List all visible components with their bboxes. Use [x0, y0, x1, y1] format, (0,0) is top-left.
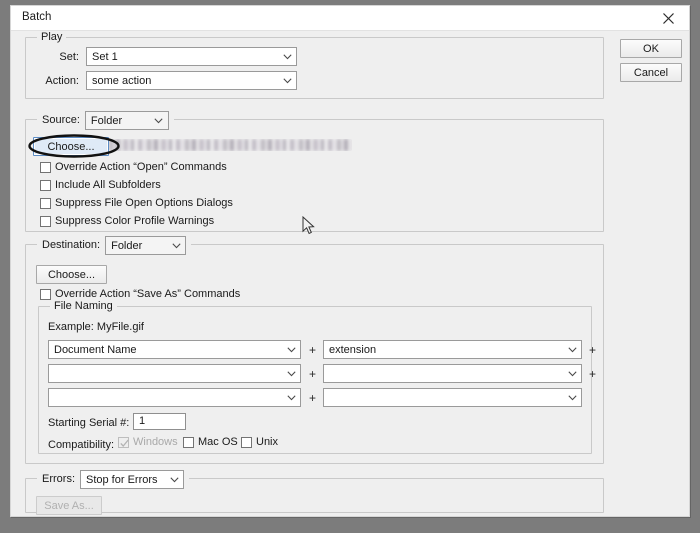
checkbox-label: Include All Subfolders: [55, 179, 161, 191]
errors-select[interactable]: Stop for Errors: [80, 470, 184, 489]
file-naming-row-2-trailing-plus: +: [589, 367, 597, 381]
action-select-value: some action: [92, 74, 152, 87]
source-label: Source:: [42, 114, 80, 126]
file-naming-row-1-trailing-plus: +: [589, 343, 597, 357]
source-group-legend: Source: Folder: [37, 111, 174, 130]
chevron-down-icon: [150, 117, 168, 124]
file-naming-row-1-plus: +: [309, 343, 317, 357]
source-select-value: Folder: [90, 114, 123, 127]
batch-dialog: Batch OK Cancel Play Set: Set 1 Action: …: [10, 5, 690, 517]
select-value: extension: [329, 343, 377, 356]
checkbox-compat-macos[interactable]: Mac OS: [183, 436, 238, 448]
checkbox-label: Unix: [256, 436, 279, 448]
errors-label: Errors:: [42, 473, 75, 485]
starting-serial-label: Starting Serial #:: [48, 417, 130, 429]
chevron-down-icon: [282, 370, 300, 377]
chevron-down-icon: [282, 346, 300, 353]
checkbox-box: [118, 436, 129, 451]
errors-select-value: Stop for Errors: [86, 473, 158, 486]
starting-serial-input[interactable]: 1: [133, 413, 186, 430]
destination-label: Destination:: [42, 239, 101, 251]
checkbox-suppress-color-profile-warnings[interactable]: Suppress Color Profile Warnings: [40, 215, 214, 227]
close-icon[interactable]: [647, 6, 689, 30]
file-naming-row-3-plus: +: [309, 391, 317, 405]
source-choose-button[interactable]: Choose...: [33, 137, 109, 156]
checkbox-box: [40, 179, 51, 191]
cancel-button[interactable]: Cancel: [620, 63, 682, 82]
file-naming-row-1-left-select[interactable]: Document Name: [48, 340, 301, 359]
destination-choose-button[interactable]: Choose...: [36, 265, 107, 284]
chevron-down-icon: [282, 394, 300, 401]
chevron-down-icon: [563, 346, 581, 353]
set-select-value: Set 1: [92, 50, 118, 63]
destination-select[interactable]: Folder: [105, 236, 187, 255]
chevron-down-icon: [563, 370, 581, 377]
checkbox-label: Mac OS: [198, 436, 238, 448]
checkbox-label: Windows: [133, 436, 178, 448]
action-select[interactable]: some action: [86, 71, 297, 90]
file-naming-row-1-right-select[interactable]: extension: [323, 340, 582, 359]
checkbox-compat-unix[interactable]: Unix: [241, 436, 278, 448]
set-label: Set:: [59, 51, 79, 63]
checkbox-include-subfolders[interactable]: Include All Subfolders: [40, 179, 161, 191]
chevron-down-icon: [278, 53, 296, 60]
dialog-title: Batch: [22, 11, 52, 23]
source-select[interactable]: Folder: [84, 111, 169, 130]
checkbox-box: [40, 161, 51, 173]
destination-select-value: Folder: [111, 239, 143, 252]
errors-group: Errors: Stop for Errors: [25, 470, 604, 513]
checkbox-label: Suppress File Open Options Dialogs: [55, 197, 233, 209]
checkbox-box: [40, 197, 51, 209]
chevron-down-icon: [165, 476, 183, 483]
file-naming-row-3-left-select[interactable]: [48, 388, 301, 407]
check-icon: [120, 439, 129, 451]
ok-button[interactable]: OK: [620, 39, 682, 58]
file-naming-row-2-plus: +: [309, 367, 317, 381]
dialog-titlebar: Batch: [11, 6, 689, 31]
checkbox-suppress-file-open-dialogs[interactable]: Suppress File Open Options Dialogs: [40, 197, 233, 209]
source-path-text: [109, 139, 352, 151]
checkbox-label: Override Action “Save As” Commands: [55, 288, 241, 300]
checkbox-box: [241, 436, 252, 448]
select-value: Document Name: [54, 343, 137, 356]
save-as-button: Save As...: [36, 496, 102, 515]
checkbox-box: [40, 215, 51, 227]
file-naming-row-2-left-select[interactable]: [48, 364, 301, 383]
checkbox-compat-windows: Windows: [118, 436, 178, 448]
chevron-down-icon: [167, 242, 185, 249]
errors-group-legend: Errors: Stop for Errors: [37, 470, 189, 489]
checkbox-box: [183, 436, 194, 448]
chevron-down-icon: [278, 77, 296, 84]
action-label: Action:: [45, 75, 79, 87]
compatibility-label: Compatibility:: [48, 439, 115, 451]
checkbox-override-save-as[interactable]: Override Action “Save As” Commands: [40, 288, 240, 300]
checkbox-label: Override Action “Open” Commands: [55, 161, 227, 173]
file-naming-legend: File Naming: [50, 300, 117, 312]
file-naming-example: Example: MyFile.gif: [48, 321, 144, 333]
destination-group-legend: Destination: Folder: [37, 236, 192, 255]
play-group-legend: Play: [37, 31, 67, 43]
file-naming-row-3-right-select[interactable]: [323, 388, 582, 407]
file-naming-row-2-right-select[interactable]: [323, 364, 582, 383]
set-select[interactable]: Set 1: [86, 47, 297, 66]
checkbox-label: Suppress Color Profile Warnings: [55, 215, 215, 227]
checkbox-box: [40, 288, 51, 300]
checkbox-override-open[interactable]: Override Action “Open” Commands: [40, 161, 227, 173]
chevron-down-icon: [563, 394, 581, 401]
